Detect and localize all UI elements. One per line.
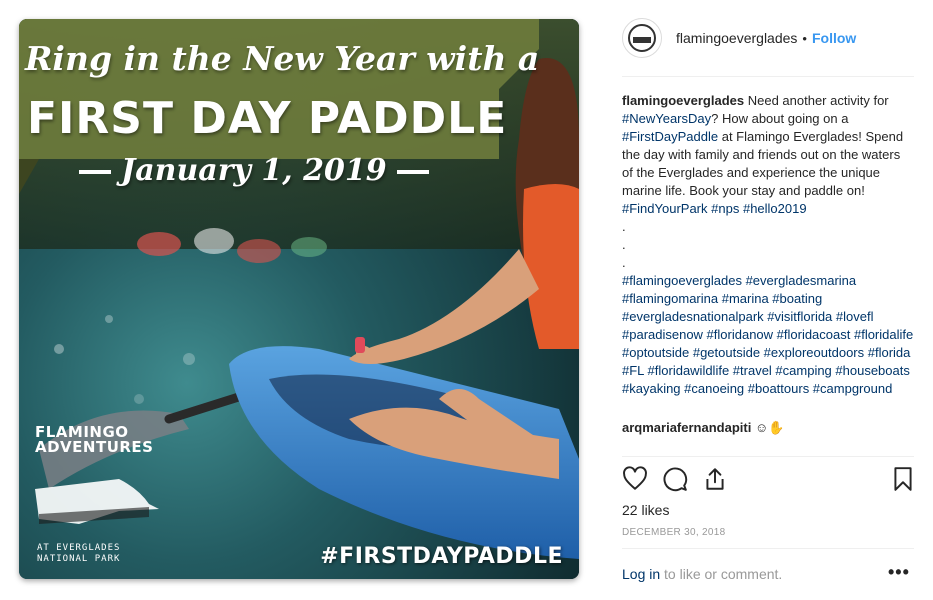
caption-text-1: Need another activity for <box>744 93 889 108</box>
follow-button[interactable]: Follow <box>812 30 856 46</box>
comment-username[interactable]: arqmariafernandapiti <box>622 420 751 435</box>
banner-event-date: January 1, 2019 <box>69 153 429 188</box>
comment-icon[interactable] <box>662 466 688 492</box>
hashtag-link[interactable]: #NewYearsDay <box>622 111 711 126</box>
hashtag-link[interactable]: #FirstDayPaddle <box>622 129 718 144</box>
header-divider <box>622 76 914 77</box>
caption-dot: . <box>622 255 626 270</box>
share-icon[interactable] <box>702 466 728 492</box>
post-date: DECEMBER 30, 2018 <box>622 527 726 538</box>
actions-divider <box>622 456 914 457</box>
logo-subtitle: AT EVERGLADES NATIONAL PARK <box>37 543 121 564</box>
banner-main-heading: FIRST DAY PADDLE <box>27 93 508 144</box>
footer-divider <box>622 548 914 549</box>
event-date-text: January 1, 2019 <box>121 153 387 188</box>
banner-script-heading: Ring in the New Year with a <box>25 39 540 78</box>
header-separator: • <box>802 30 807 46</box>
likes-count[interactable]: 22 likes <box>622 502 669 518</box>
caption-hashtags[interactable]: #flamingoeverglades #evergladesmarina #f… <box>622 273 913 396</box>
avatar[interactable] <box>622 18 662 58</box>
dash-left <box>79 170 111 174</box>
caption-dot: . <box>622 237 626 252</box>
dash-right <box>396 170 429 174</box>
action-bar <box>622 466 914 494</box>
post-caption: flamingoeverglades Need another activity… <box>622 92 914 398</box>
header-username[interactable]: flamingoeverglades <box>676 30 797 46</box>
post-header: flamingoeverglades • Follow <box>622 18 914 58</box>
hashtag-link[interactable]: #FindYourPark <box>622 201 708 216</box>
login-rest-text: to like or comment. <box>660 566 783 582</box>
logo-name: FLAMINGO ADVENTURES <box>35 423 154 456</box>
caption-text-2: ? How about going on a <box>711 111 849 126</box>
more-options-button[interactable]: ••• <box>888 562 910 583</box>
hashtag-link[interactable]: #hello2019 <box>743 201 807 216</box>
caption-dot: . <box>622 219 626 234</box>
heart-icon[interactable] <box>622 466 648 492</box>
bookmark-icon[interactable] <box>890 466 916 492</box>
post-details-panel: flamingoeverglades • Follow flamingoever… <box>604 0 933 600</box>
avatar-logo-icon <box>628 24 656 52</box>
flamingo-adventures-logo: FLAMINGO ADVENTURES AT EVERGLADES NATION… <box>33 419 154 569</box>
login-prompt: Log in to like or comment. <box>622 566 782 582</box>
promo-banner: Ring in the New Year with a FIRST DAY PA… <box>19 19 540 188</box>
post-image[interactable]: Ring in the New Year with a FIRST DAY PA… <box>19 19 579 579</box>
caption-username[interactable]: flamingoeverglades <box>622 93 744 108</box>
login-link[interactable]: Log in <box>622 566 660 582</box>
image-hashtag: #FIRSTDAYPADDLE <box>320 544 563 569</box>
comment-text: ☺✋ <box>751 420 785 435</box>
comment: arqmariafernandapiti ☺✋ <box>622 420 784 436</box>
hashtag-link[interactable]: #nps <box>711 201 739 216</box>
